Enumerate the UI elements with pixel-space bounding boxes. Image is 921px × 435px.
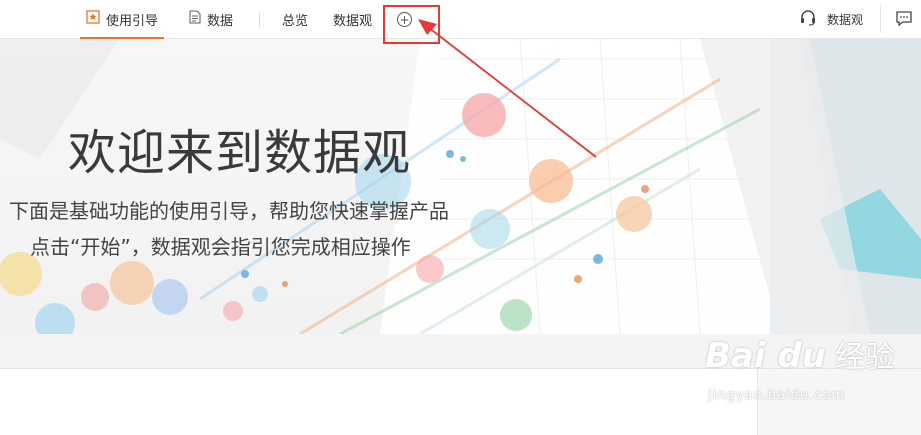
- top-nav: 使用引导 数据 总览 数据观 + 数据观: [0, 0, 921, 39]
- tab-guide-label: 使用引导: [106, 13, 159, 29]
- help-label: 数据观: [827, 13, 864, 27]
- nav-divider: [259, 13, 260, 27]
- watermark-url: jingyan.baidu.com: [708, 388, 845, 403]
- watermark-logo: Bai du: [705, 336, 826, 376]
- main-content-area: [0, 369, 757, 435]
- annotation-highlight-box: [383, 5, 440, 44]
- document-icon: [189, 10, 201, 28]
- tab-guide[interactable]: 使用引导: [79, 0, 165, 39]
- tab-dataview[interactable]: 数据观: [333, 0, 372, 38]
- banner-subtitle-2: 点击“开始”，数据观会指引您完成相应操作: [30, 235, 411, 259]
- star-badge-icon: [86, 10, 100, 28]
- tab-overview[interactable]: 总览: [282, 0, 308, 38]
- tab-data[interactable]: 数据: [189, 0, 233, 38]
- tab-dataview-label: 数据观: [333, 13, 373, 29]
- watermark-cn: 经验: [835, 340, 895, 375]
- headset-icon: [799, 9, 817, 30]
- tab-data-label: 数据: [207, 13, 234, 29]
- toolbar-divider: [880, 5, 881, 33]
- banner-background: [0, 39, 921, 334]
- chat-icon[interactable]: [895, 10, 913, 31]
- baidu-watermark: Bai du 经验 jingyan.baidu.com: [705, 332, 895, 403]
- tab-overview-label: 总览: [282, 13, 309, 29]
- banner-title: 欢迎来到数据观: [68, 125, 412, 181]
- welcome-banner: 欢迎来到数据观 下面是基础功能的使用引导，帮助您快速掌握产品 点击“开始”，数据…: [0, 39, 921, 334]
- help-button[interactable]: 数据观: [799, 9, 863, 30]
- banner-subtitle-1: 下面是基础功能的使用引导，帮助您快速掌握产品: [9, 199, 449, 223]
